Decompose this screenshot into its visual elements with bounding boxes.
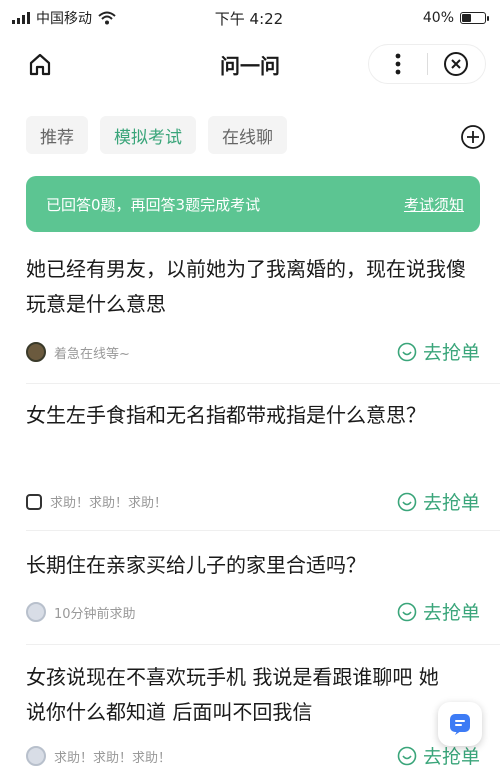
battery-percent: 40% xyxy=(422,10,454,26)
grab-order-button[interactable]: 去抢单 xyxy=(397,488,480,515)
wifi-icon xyxy=(98,11,116,25)
question-meta: 求助！求助！求助！ xyxy=(26,746,171,766)
more-vertical-icon xyxy=(395,53,401,75)
category-tabs: 推荐 模拟考试 在线聊 xyxy=(26,116,287,154)
nav-bar: 问一问 xyxy=(0,40,500,86)
question-meta-text: 着急在线等~ xyxy=(54,346,130,362)
tab-mock-exam[interactable]: 模拟考试 xyxy=(100,116,196,154)
tab-recommend[interactable]: 推荐 xyxy=(26,116,88,154)
status-bar: 中国移动 下午 4:22 40% xyxy=(0,0,500,36)
question-meta: 着急在线等~ xyxy=(26,342,130,362)
avatar xyxy=(26,342,46,362)
floating-chat-button[interactable] xyxy=(438,702,482,746)
close-circle-icon xyxy=(444,52,469,76)
grab-order-label: 去抢单 xyxy=(422,492,480,514)
battery-fill xyxy=(462,14,471,22)
question-title: 她已经有男友，以前她为了我离婚的，现在说我傻玩意是什么意思 xyxy=(26,257,466,316)
divider xyxy=(26,383,500,384)
grab-order-icon xyxy=(397,746,417,765)
question-meta: 10分钟前求助 xyxy=(26,602,136,622)
exam-notice-link[interactable]: 考试须知 xyxy=(404,194,464,215)
question-meta: 求助！求助！求助！ xyxy=(26,492,167,511)
battery-icon xyxy=(460,12,489,24)
avatar xyxy=(26,493,42,510)
grab-order-button[interactable]: 去抢单 xyxy=(397,742,480,769)
grab-order-label: 去抢单 xyxy=(422,746,480,768)
mini-program-capsule xyxy=(368,44,486,84)
question-title: 长期住在亲家买给儿子的家里合适吗？ xyxy=(26,553,366,577)
chat-bubble-icon xyxy=(450,714,470,735)
question-meta-text: 求助！求助！求助！ xyxy=(54,750,172,766)
question-meta-text: 求助！求助！求助！ xyxy=(50,496,168,511)
tab-online-chat[interactable]: 在线聊 xyxy=(208,116,287,154)
divider xyxy=(26,530,500,531)
question-item[interactable]: 她已经有男友，以前她为了我离婚的，现在说我傻玩意是什么意思 着急在线等~ 去抢单 xyxy=(26,252,480,364)
grab-order-button[interactable]: 去抢单 xyxy=(397,338,480,365)
exam-progress-banner: 已回答0题，再回答3题完成考试 考试须知 xyxy=(26,176,480,232)
question-meta-text: 10分钟前求助 xyxy=(54,606,136,622)
grab-order-icon xyxy=(397,602,417,621)
question-item[interactable]: 长期住在亲家买给儿子的家里合适吗？ 10分钟前求助 去抢单 xyxy=(26,548,480,624)
carrier: 中国移动 xyxy=(36,11,92,27)
clock: 下午 4:22 xyxy=(214,9,284,28)
add-circle-icon[interactable] xyxy=(460,124,486,150)
grab-order-icon xyxy=(397,342,417,361)
grab-order-label: 去抢单 xyxy=(422,342,480,364)
more-button[interactable] xyxy=(369,45,427,83)
question-title: 女孩说现在不喜欢玩手机 我说是看跟谁聊吧 她说你什么都知道 后面叫不回我信 xyxy=(26,665,439,724)
grab-order-icon xyxy=(397,492,417,511)
divider xyxy=(26,644,500,645)
grab-order-button[interactable]: 去抢单 xyxy=(397,598,480,625)
avatar xyxy=(26,746,46,766)
signal-icon xyxy=(12,12,30,24)
question-item[interactable]: 女孩说现在不喜欢玩手机 我说是看跟谁聊吧 她说你什么都知道 后面叫不回我信 求助… xyxy=(26,660,480,768)
banner-text: 已回答0题，再回答3题完成考试 xyxy=(46,195,261,214)
question-title: 女生左手食指和无名指都带戒指是什么意思？ xyxy=(26,403,426,427)
close-button[interactable] xyxy=(427,45,485,83)
grab-order-label: 去抢单 xyxy=(422,602,480,624)
avatar xyxy=(26,602,46,622)
question-item[interactable]: 女生左手食指和无名指都带戒指是什么意思？ 求助！求助！求助！ 去抢单 xyxy=(26,398,480,514)
